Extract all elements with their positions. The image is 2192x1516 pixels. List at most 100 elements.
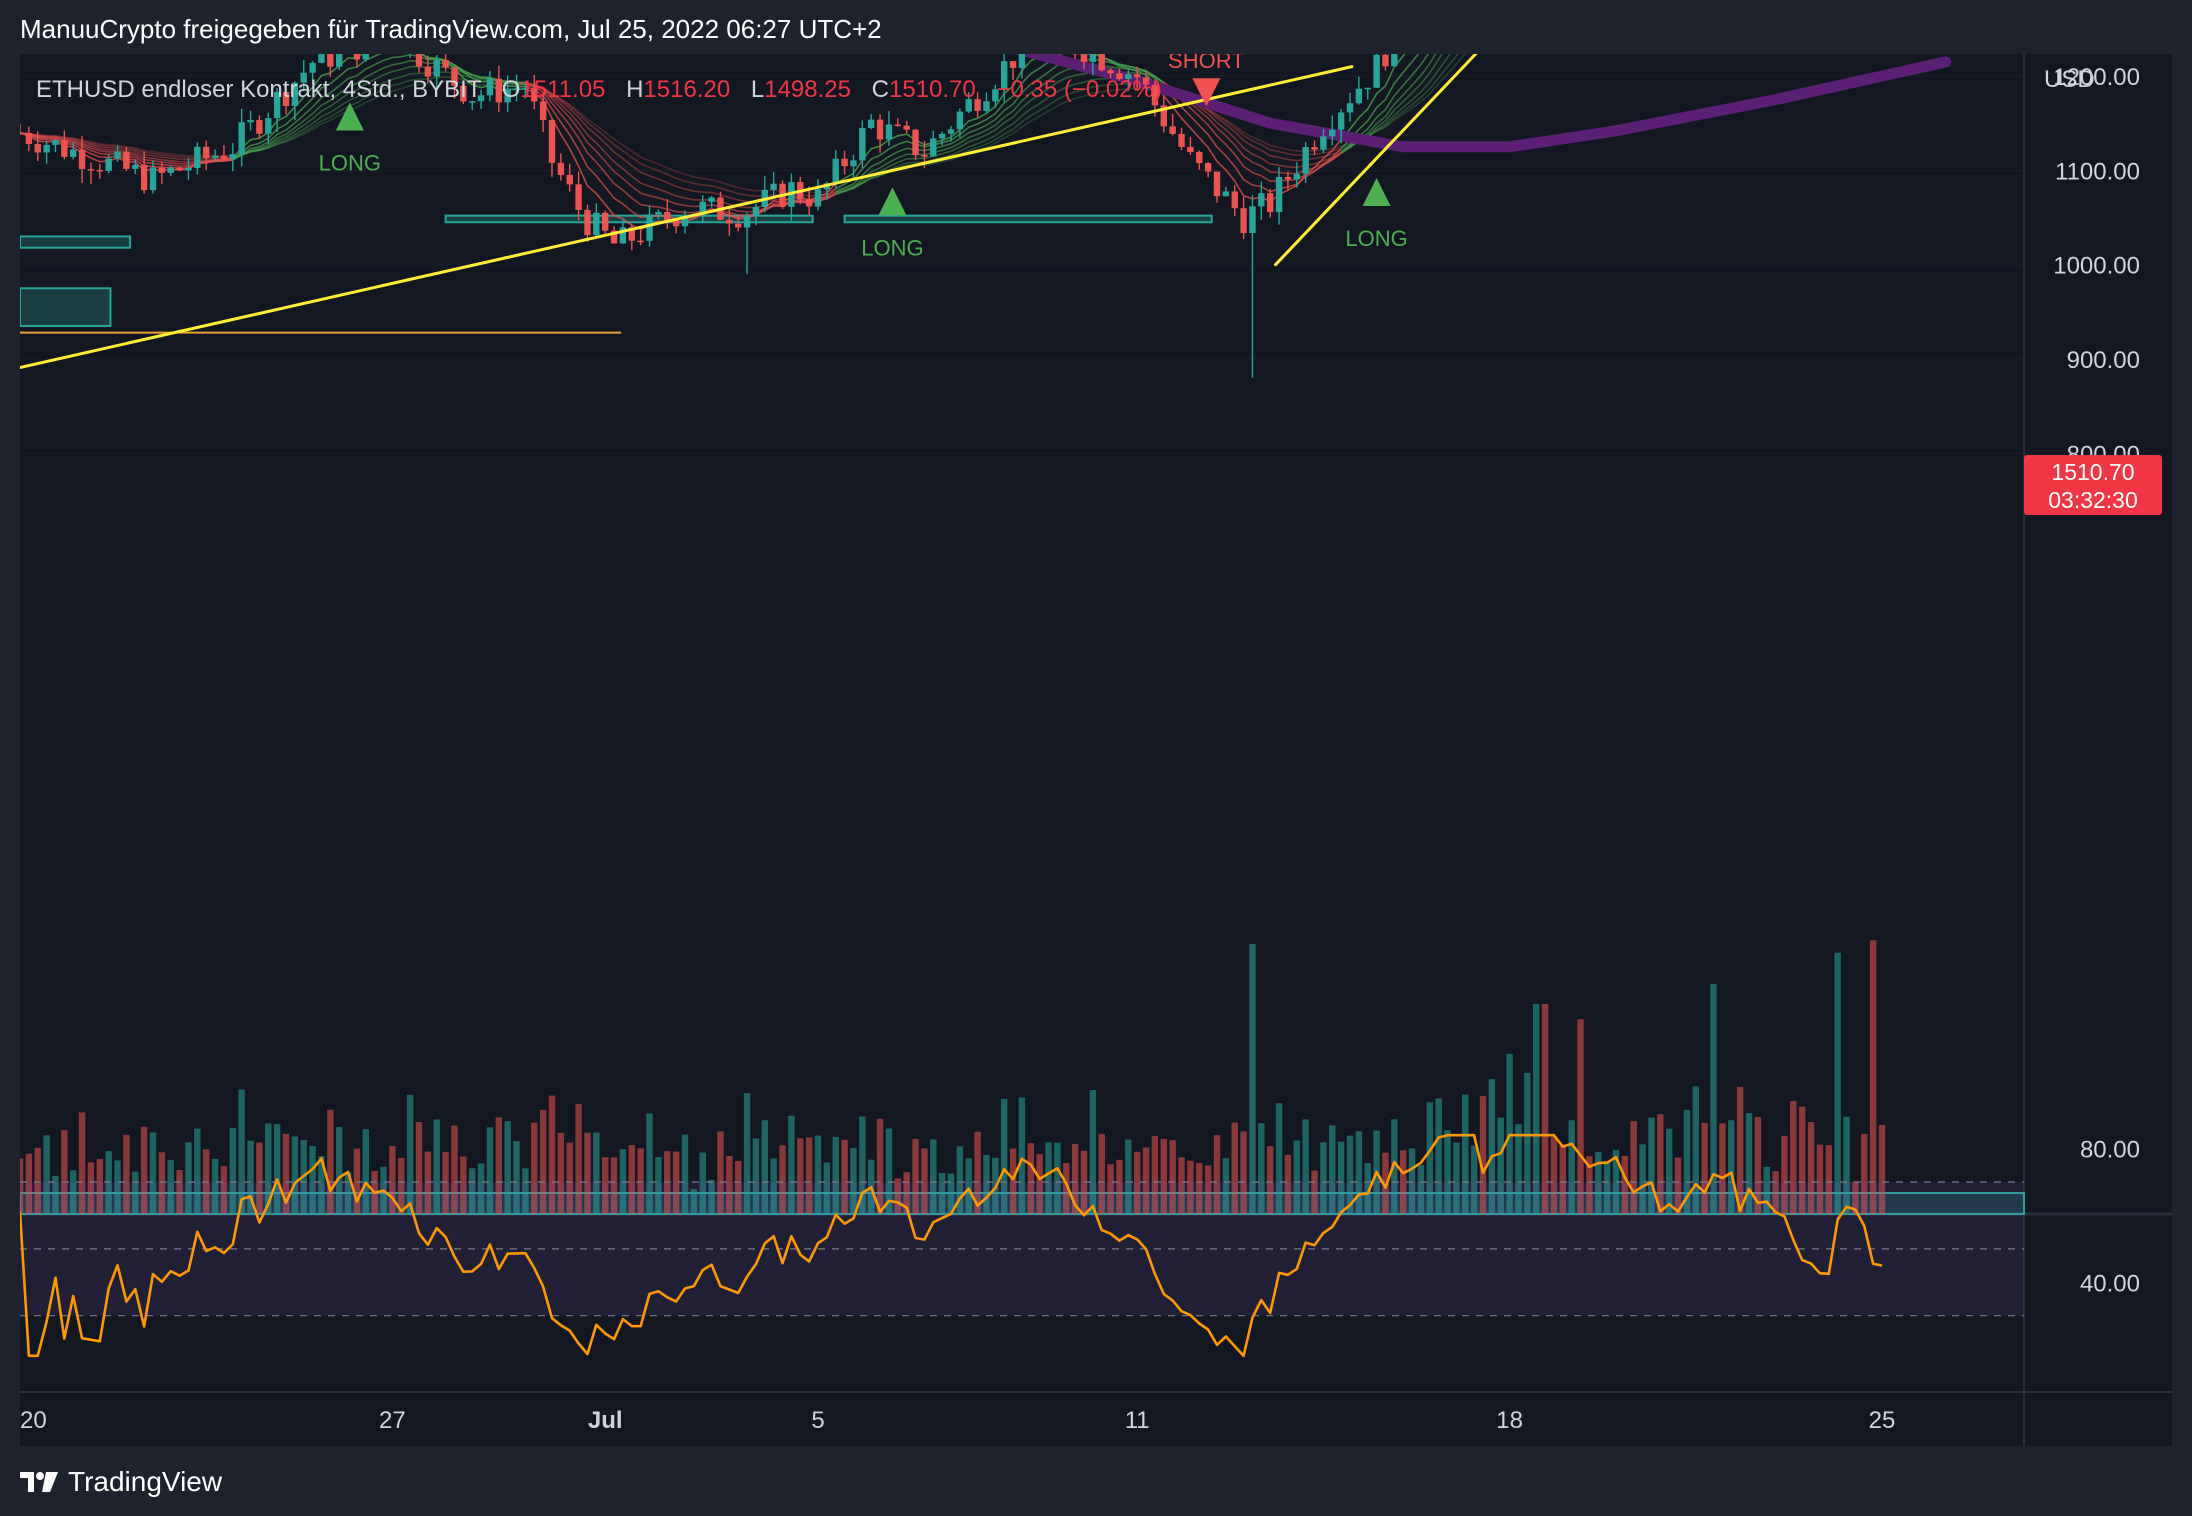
candle-body: [1382, 54, 1389, 67]
demand-zone: [20, 287, 112, 328]
open-label: O: [501, 76, 521, 103]
chart-canvas[interactable]: R1P LONGSHORTLONGSHORTLONG 1900.001800.0…: [20, 54, 2172, 1446]
candle-body: [203, 146, 210, 158]
long-signal-label: LONG: [1345, 226, 1407, 251]
candle-body: [1098, 54, 1105, 71]
candle-body: [868, 119, 875, 128]
candle-body: [52, 140, 59, 145]
candle-body: [1346, 103, 1354, 113]
rsi-tick-label: 40.00: [2080, 1270, 2140, 1297]
candle-body: [229, 154, 236, 159]
candle-body: [548, 120, 556, 163]
candle-body: [362, 54, 369, 60]
candle-body: [956, 111, 964, 130]
candle-body: [25, 132, 33, 144]
candle-body: [1178, 133, 1185, 147]
candle-body: [735, 223, 742, 228]
close-label: C: [871, 76, 889, 103]
price-tick-label: 1000.00: [2053, 253, 2140, 280]
candle-body: [947, 129, 955, 134]
candle-body: [1329, 129, 1336, 137]
candle-body: [1187, 146, 1194, 152]
candle-body: [1293, 173, 1300, 180]
bar-countdown: 03:32:30: [2048, 487, 2138, 513]
ribbon-line: [1340, 54, 1430, 154]
candle-body: [912, 129, 919, 156]
low-label: L: [750, 76, 765, 103]
time-tick-label: Jul: [588, 1407, 623, 1434]
candle-body: [1284, 177, 1292, 180]
candle-body: [353, 54, 361, 60]
candle-body: [194, 146, 201, 168]
candle-body: [1302, 147, 1309, 174]
candle-body: [770, 183, 777, 190]
high-value: 1516.20: [643, 76, 731, 103]
symbol-name[interactable]: ETHUSD endloser Kontrakt, 4Std., BYBIT: [36, 76, 481, 103]
candle-body: [655, 212, 662, 215]
candle-body: [415, 54, 423, 67]
candle-body: [646, 214, 653, 241]
candle-body: [1364, 87, 1371, 90]
candle-body: [433, 59, 440, 77]
candle-body: [70, 149, 77, 157]
candle-body: [211, 155, 219, 158]
chart-frame[interactable]: R1P LONGSHORTLONGSHORTLONG 1900.001800.0…: [20, 54, 2172, 1446]
candle-body: [1204, 163, 1212, 172]
candle-body: [132, 164, 139, 169]
candle-body: [1080, 54, 1088, 62]
candle-body: [850, 160, 857, 167]
candle-body: [114, 151, 121, 159]
candle-body: [584, 209, 591, 236]
footer-branding[interactable]: TradingView: [20, 1462, 222, 1502]
tradingview-logo-icon: [20, 1472, 58, 1492]
candle-body: [265, 118, 272, 134]
candle-body: [832, 158, 839, 184]
candle-body: [637, 240, 644, 243]
demand-zones: [20, 214, 2025, 1215]
candle-body: [87, 169, 95, 171]
candle-body: [167, 167, 174, 173]
ribbon-line: [1340, 54, 1443, 154]
candle-body: [1089, 54, 1097, 62]
tradingview-brand: TradingView: [68, 1466, 223, 1497]
high-label: H: [626, 76, 644, 103]
ribbon-line: [1340, 54, 1437, 155]
last-price-value: 1510.70: [2051, 459, 2135, 485]
candle-body: [1337, 112, 1345, 130]
candle-body: [726, 219, 733, 224]
candle-body: [20, 132, 24, 135]
time-tick-label: 27: [379, 1407, 406, 1434]
candle-body: [256, 119, 263, 134]
candle-body: [336, 54, 343, 67]
candle-body: [814, 189, 822, 207]
candle-body: [1169, 126, 1176, 134]
candle-body: [318, 54, 325, 63]
long-signal-label: LONG: [319, 150, 381, 175]
volume-bar: [1834, 952, 1841, 1214]
candle-body: [105, 158, 112, 171]
long-signal-label: LONG: [861, 235, 923, 260]
candle-body: [327, 54, 334, 67]
candle-body: [752, 206, 760, 217]
candle-body: [743, 216, 751, 228]
demand-zone: [20, 235, 132, 249]
candle-body: [1391, 54, 1398, 67]
candle-body: [876, 119, 884, 140]
candle-body: [176, 167, 183, 171]
low-value: 1498.25: [764, 76, 851, 103]
candle-body: [885, 124, 893, 140]
candle-body: [557, 162, 565, 175]
candle-body: [539, 101, 547, 121]
last-price-badge: 1510.70 03:32:30: [2024, 455, 2162, 515]
candle-body: [1311, 147, 1318, 150]
candle-body: [442, 59, 449, 68]
candle-body: [1222, 191, 1230, 197]
candle-body: [1196, 151, 1203, 164]
candle-body: [1231, 191, 1238, 209]
candle-body: [930, 138, 937, 157]
long-signal-icon: [878, 187, 907, 216]
change-value: −0.35 (−0.02%): [996, 76, 1162, 103]
candle-body: [158, 167, 166, 173]
volume-bar: [1249, 944, 1256, 1214]
currency-label[interactable]: USD: [2044, 66, 2095, 94]
